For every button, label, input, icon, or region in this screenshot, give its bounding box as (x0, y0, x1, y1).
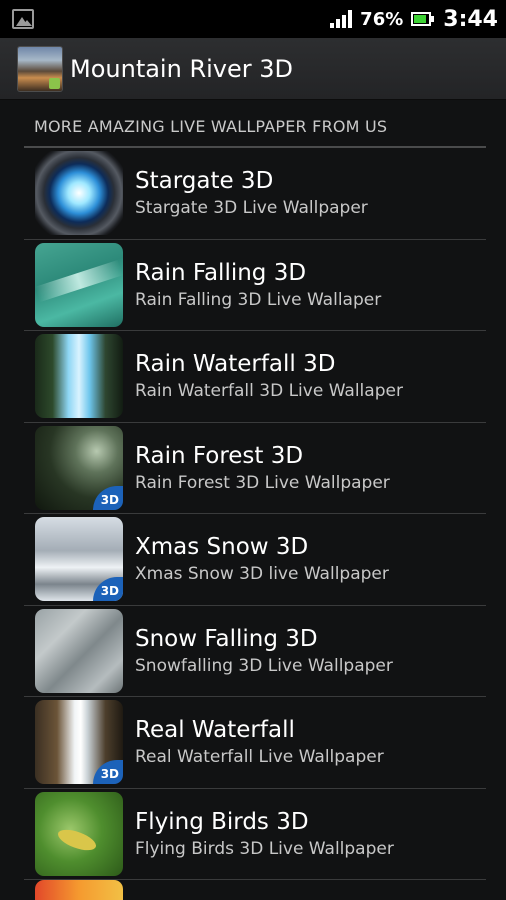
battery-fill (414, 15, 427, 23)
signal-bar (348, 10, 353, 28)
list-item-xmas-snow[interactable]: 3D Xmas Snow 3D Xmas Snow 3D live Wallpa… (24, 514, 486, 606)
status-left (12, 9, 34, 29)
action-bar: Mountain River 3D (0, 38, 506, 100)
item-subtitle: Real Waterfall Live Wallpaper (135, 747, 384, 768)
xmas-snow-thumbnail: 3D (35, 517, 123, 602)
item-texts: Flying Birds 3D Flying Birds 3D Live Wal… (135, 807, 394, 861)
list-item-rain-forest[interactable]: 3D Rain Forest 3D Rain Forest 3D Live Wa… (24, 423, 486, 514)
item-subtitle: Rain Falling 3D Live Wallaper (135, 289, 382, 310)
item-title: Stargate 3D (135, 168, 274, 195)
item-subtitle: Stargate 3D Live Wallpaper (135, 198, 368, 219)
item-title: Xmas Snow 3D (135, 534, 309, 561)
item-texts: Real Waterfall Real Waterfall Live Wallp… (135, 715, 384, 769)
item-texts: Rain Waterfall 3D Rain Waterfall 3D Live… (135, 349, 403, 403)
list-item-rain-waterfall[interactable]: Rain Waterfall 3D Rain Waterfall 3D Live… (24, 331, 486, 423)
item-title: Rain Forest 3D (135, 442, 304, 469)
signal-bar (336, 19, 341, 28)
3d-badge: 3D (93, 485, 123, 510)
item-title: Rain Falling 3D (135, 259, 307, 286)
signal-icon (330, 10, 353, 28)
app-icon[interactable] (18, 46, 62, 91)
item-title: Rain Waterfall 3D (135, 351, 336, 378)
screen: 76% 3:44 Mountain River 3D MORE AMAZING … (0, 0, 506, 900)
gallery-icon (12, 9, 34, 29)
item-texts: Stargate 3D Stargate 3D Live Wallpaper (135, 166, 368, 220)
list-item-flying-birds[interactable]: Flying Birds 3D Flying Birds 3D Live Wal… (24, 789, 486, 880)
stargate-thumbnail (35, 151, 123, 236)
item-texts: Rain Forest 3D Rain Forest 3D Live Wallp… (135, 441, 390, 495)
item-texts: Rain Falling 3D Rain Falling 3D Live Wal… (135, 258, 381, 312)
item-title: Flying Birds 3D (135, 808, 309, 835)
item-texts: Xmas Snow 3D Xmas Snow 3D live Wallpaper (135, 532, 389, 586)
signal-bar (330, 23, 335, 28)
list-item-real-waterfall[interactable]: 3D Real Waterfall Real Waterfall Live Wa… (24, 697, 486, 789)
battery-icon (411, 12, 435, 26)
wallpaper-list: Stargate 3D Stargate 3D Live Wallpaper R… (24, 148, 486, 880)
item-subtitle: Rain Forest 3D Live Wallpaper (135, 472, 390, 493)
snow-falling-thumbnail (35, 608, 123, 693)
item-title: Real Waterfall (135, 717, 295, 744)
list-item-snow-falling[interactable]: Snow Falling 3D Snowfalling 3D Live Wall… (24, 606, 486, 697)
item-subtitle: Rain Waterfall 3D Live Wallaper (135, 381, 403, 402)
list-item-rain-falling[interactable]: Rain Falling 3D Rain Falling 3D Live Wal… (24, 240, 486, 331)
rain-waterfall-thumbnail (35, 334, 123, 419)
flying-birds-thumbnail (35, 791, 123, 876)
rain-falling-thumbnail (35, 242, 123, 327)
real-waterfall-thumbnail: 3D (35, 700, 123, 785)
3d-badge: 3D (93, 760, 123, 785)
status-right: 76% 3:44 (330, 7, 498, 32)
clock: 3:44 (443, 6, 498, 32)
rain-forest-thumbnail: 3D (35, 425, 123, 510)
item-texts: Snow Falling 3D Snowfalling 3D Live Wall… (135, 624, 393, 678)
signal-bar (342, 15, 347, 28)
item-subtitle: Flying Birds 3D Live Wallpaper (135, 838, 394, 859)
status-bar: 76% 3:44 (0, 0, 506, 38)
item-title: Snow Falling 3D (135, 625, 318, 652)
partial-list-thumbnail[interactable] (35, 880, 123, 900)
item-subtitle: Xmas Snow 3D live Wallpaper (135, 564, 389, 585)
app-title: Mountain River 3D (70, 54, 293, 83)
list-item-stargate[interactable]: Stargate 3D Stargate 3D Live Wallpaper (24, 148, 486, 240)
section-header: MORE AMAZING LIVE WALLPAPER FROM US (24, 100, 486, 148)
3d-badge: 3D (93, 577, 123, 602)
item-subtitle: Snowfalling 3D Live Wallpaper (135, 655, 393, 676)
battery-percent: 76% (360, 8, 404, 30)
